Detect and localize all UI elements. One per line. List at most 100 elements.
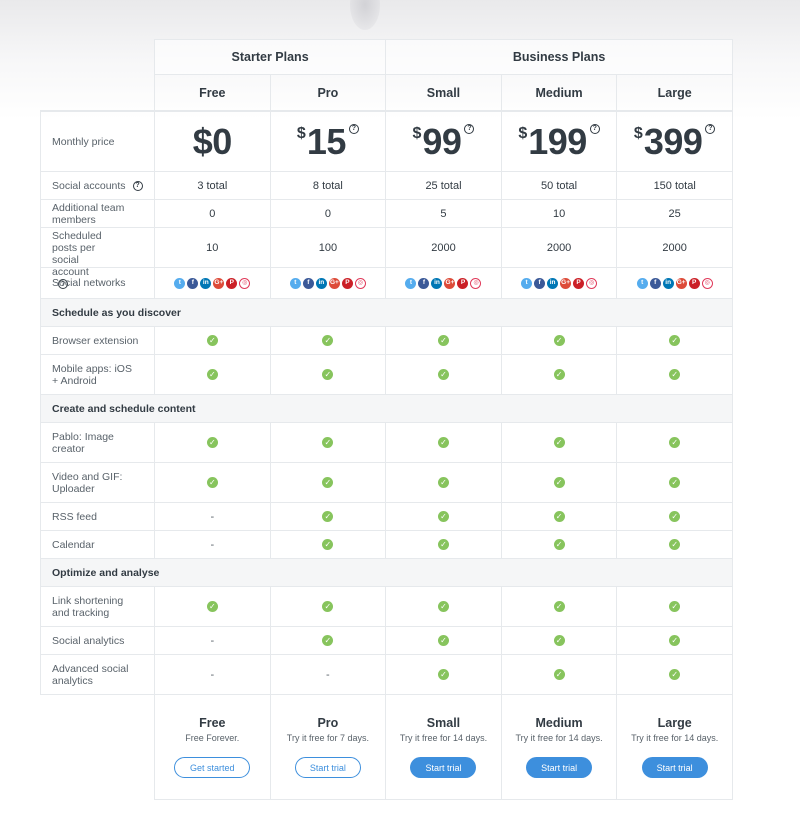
- help-icon[interactable]: ?: [348, 123, 359, 134]
- facebook-icon: f: [649, 277, 661, 289]
- cta-cell-free: Free Free Forever. Get started: [155, 695, 271, 800]
- cta-plan-name: Small: [426, 716, 461, 730]
- feature-cell-small: ✓: [386, 627, 502, 655]
- pinterest-icon: P: [457, 277, 469, 289]
- cta-cell-medium: Medium Try it free for 14 days. Start tria…: [501, 695, 618, 800]
- help-icon[interactable]: ?: [589, 123, 600, 134]
- checkmark-icon: ✓: [553, 539, 565, 550]
- scheduled-posts-value: 2000: [501, 228, 618, 268]
- social-networks-value: t f in G+ P ◎: [501, 268, 618, 299]
- scheduled-posts-value: 100: [270, 228, 387, 268]
- linkedin-icon: in: [315, 277, 327, 289]
- cta-trial-text: Try it free for 14 days.: [399, 733, 488, 743]
- help-icon[interactable]: ?: [464, 123, 475, 134]
- start-trial-button[interactable]: Start trial: [641, 757, 708, 778]
- google-plus-icon: G+: [560, 277, 572, 289]
- feature-cell-medium: ✓: [501, 655, 618, 695]
- social-accounts-value: 25 total: [386, 172, 502, 200]
- feature-row-browser-extension: Browser extension ✓ ✓ ✓ ✓ ✓: [40, 327, 733, 355]
- feature-cell-pro: ✓: [270, 587, 387, 627]
- feature-cell-free: ✓: [155, 355, 271, 395]
- feature-cell-pro: ✓: [270, 531, 387, 559]
- start-trial-button[interactable]: Start trial: [410, 757, 477, 778]
- price-display: $15?: [297, 121, 359, 163]
- facebook-icon: f: [187, 277, 199, 289]
- feature-label: Social analytics: [40, 627, 155, 655]
- google-plus-icon: G+: [328, 277, 340, 289]
- feature-row-advanced-analytics: Advanced social analytics - - ✓ ✓ ✓: [40, 655, 733, 695]
- linkedin-icon: in: [431, 277, 443, 289]
- feature-cell-free: -: [155, 503, 271, 531]
- feature-row-rss: RSS feed - ✓ ✓ ✓ ✓: [40, 503, 733, 531]
- feature-cell-large: ✓: [617, 503, 733, 531]
- checkmark-icon: ✓: [322, 539, 334, 550]
- social-networks-value: t f in G+ P ◎: [386, 268, 502, 299]
- checkmark-icon: ✓: [553, 635, 565, 646]
- feature-cell-small: ✓: [386, 355, 502, 395]
- row-social-accounts: Social accounts? 3 total 8 total 25 total 50…: [40, 172, 733, 200]
- start-trial-button[interactable]: Start trial: [526, 757, 593, 778]
- feature-cell-free: -: [155, 655, 271, 695]
- feature-cell-large: ✓: [617, 423, 733, 463]
- section-heading: Optimize and analyse: [40, 559, 733, 587]
- facebook-icon: f: [418, 277, 430, 289]
- plan-name-free: Free: [155, 75, 271, 111]
- plan-name-medium: Medium: [501, 75, 618, 111]
- cta-trial-text: Try it free for 7 days.: [286, 733, 369, 743]
- help-icon[interactable]: ?: [132, 180, 143, 191]
- cta-plan-name: Large: [657, 716, 692, 730]
- price-cell-pro: $15?: [270, 111, 387, 172]
- checkmark-icon: ✓: [437, 335, 449, 346]
- price-display: $199?: [518, 121, 600, 163]
- price-amount: 15: [306, 120, 347, 162]
- checkmark-icon: ✓: [553, 335, 565, 346]
- price-display: $0: [193, 121, 233, 163]
- instagram-icon: ◎: [701, 277, 713, 289]
- feature-cell-pro: ✓: [270, 355, 387, 395]
- feature-cell-large: ✓: [617, 463, 733, 503]
- checkmark-icon: ✓: [437, 669, 449, 680]
- feature-cell-free: -: [155, 531, 271, 559]
- feature-cell-large: ✓: [617, 531, 733, 559]
- feature-cell-large: ✓: [617, 627, 733, 655]
- feature-label: Browser extension: [40, 327, 155, 355]
- social-accounts-value: 50 total: [501, 172, 618, 200]
- plan-cta-row: Free Free Forever. Get started Pro Try it fr…: [40, 695, 733, 800]
- instagram-icon: ◎: [470, 277, 482, 289]
- help-icon[interactable]: ?: [705, 123, 716, 134]
- row-team-members: Additional team members 0 0 5 10 25: [40, 200, 733, 228]
- feature-cell-small: ✓: [386, 423, 502, 463]
- feature-cell-large: ✓: [617, 327, 733, 355]
- twitter-icon: t: [521, 277, 533, 289]
- checkmark-icon: ✓: [669, 335, 681, 346]
- plan-group-header: Starter Plans Business Plans: [40, 39, 733, 75]
- feature-cell-medium: ✓: [501, 327, 618, 355]
- checkmark-icon: ✓: [437, 511, 449, 522]
- google-plus-icon: G+: [444, 277, 456, 289]
- facebook-icon: f: [302, 277, 314, 289]
- checkmark-icon: ✓: [437, 601, 449, 612]
- start-trial-button[interactable]: Start trial: [294, 757, 361, 778]
- checkmark-icon: ✓: [669, 635, 681, 646]
- feature-label: Mobile apps: iOS + Android: [40, 355, 155, 395]
- checkmark-icon: ✓: [437, 539, 449, 550]
- checkmark-icon: ✓: [553, 437, 565, 448]
- feature-cell-medium: ✓: [501, 587, 618, 627]
- checkmark-icon: ✓: [322, 477, 334, 488]
- row-label-social-networks: Social networks: [40, 268, 155, 299]
- row-label-text: Additional team members: [52, 201, 125, 226]
- social-network-icons: t f in G+ P ◎: [174, 277, 251, 289]
- row-label-team-members: Additional team members: [40, 200, 155, 228]
- feature-cell-large: ✓: [617, 655, 733, 695]
- feature-label: RSS feed: [40, 503, 155, 531]
- facebook-icon: f: [534, 277, 546, 289]
- cta-spacer: [40, 695, 155, 800]
- pinterest-icon: P: [341, 277, 353, 289]
- get-started-button[interactable]: Get started: [174, 757, 251, 778]
- checkmark-icon: ✓: [553, 669, 565, 680]
- feature-row-mobile-apps: Mobile apps: iOS + Android ✓ ✓ ✓ ✓ ✓: [40, 355, 733, 395]
- plan-name-small: Small: [386, 75, 502, 111]
- feature-cell-free: ✓: [155, 463, 271, 503]
- checkmark-icon: ✓: [553, 511, 565, 522]
- social-accounts-value: 150 total: [617, 172, 733, 200]
